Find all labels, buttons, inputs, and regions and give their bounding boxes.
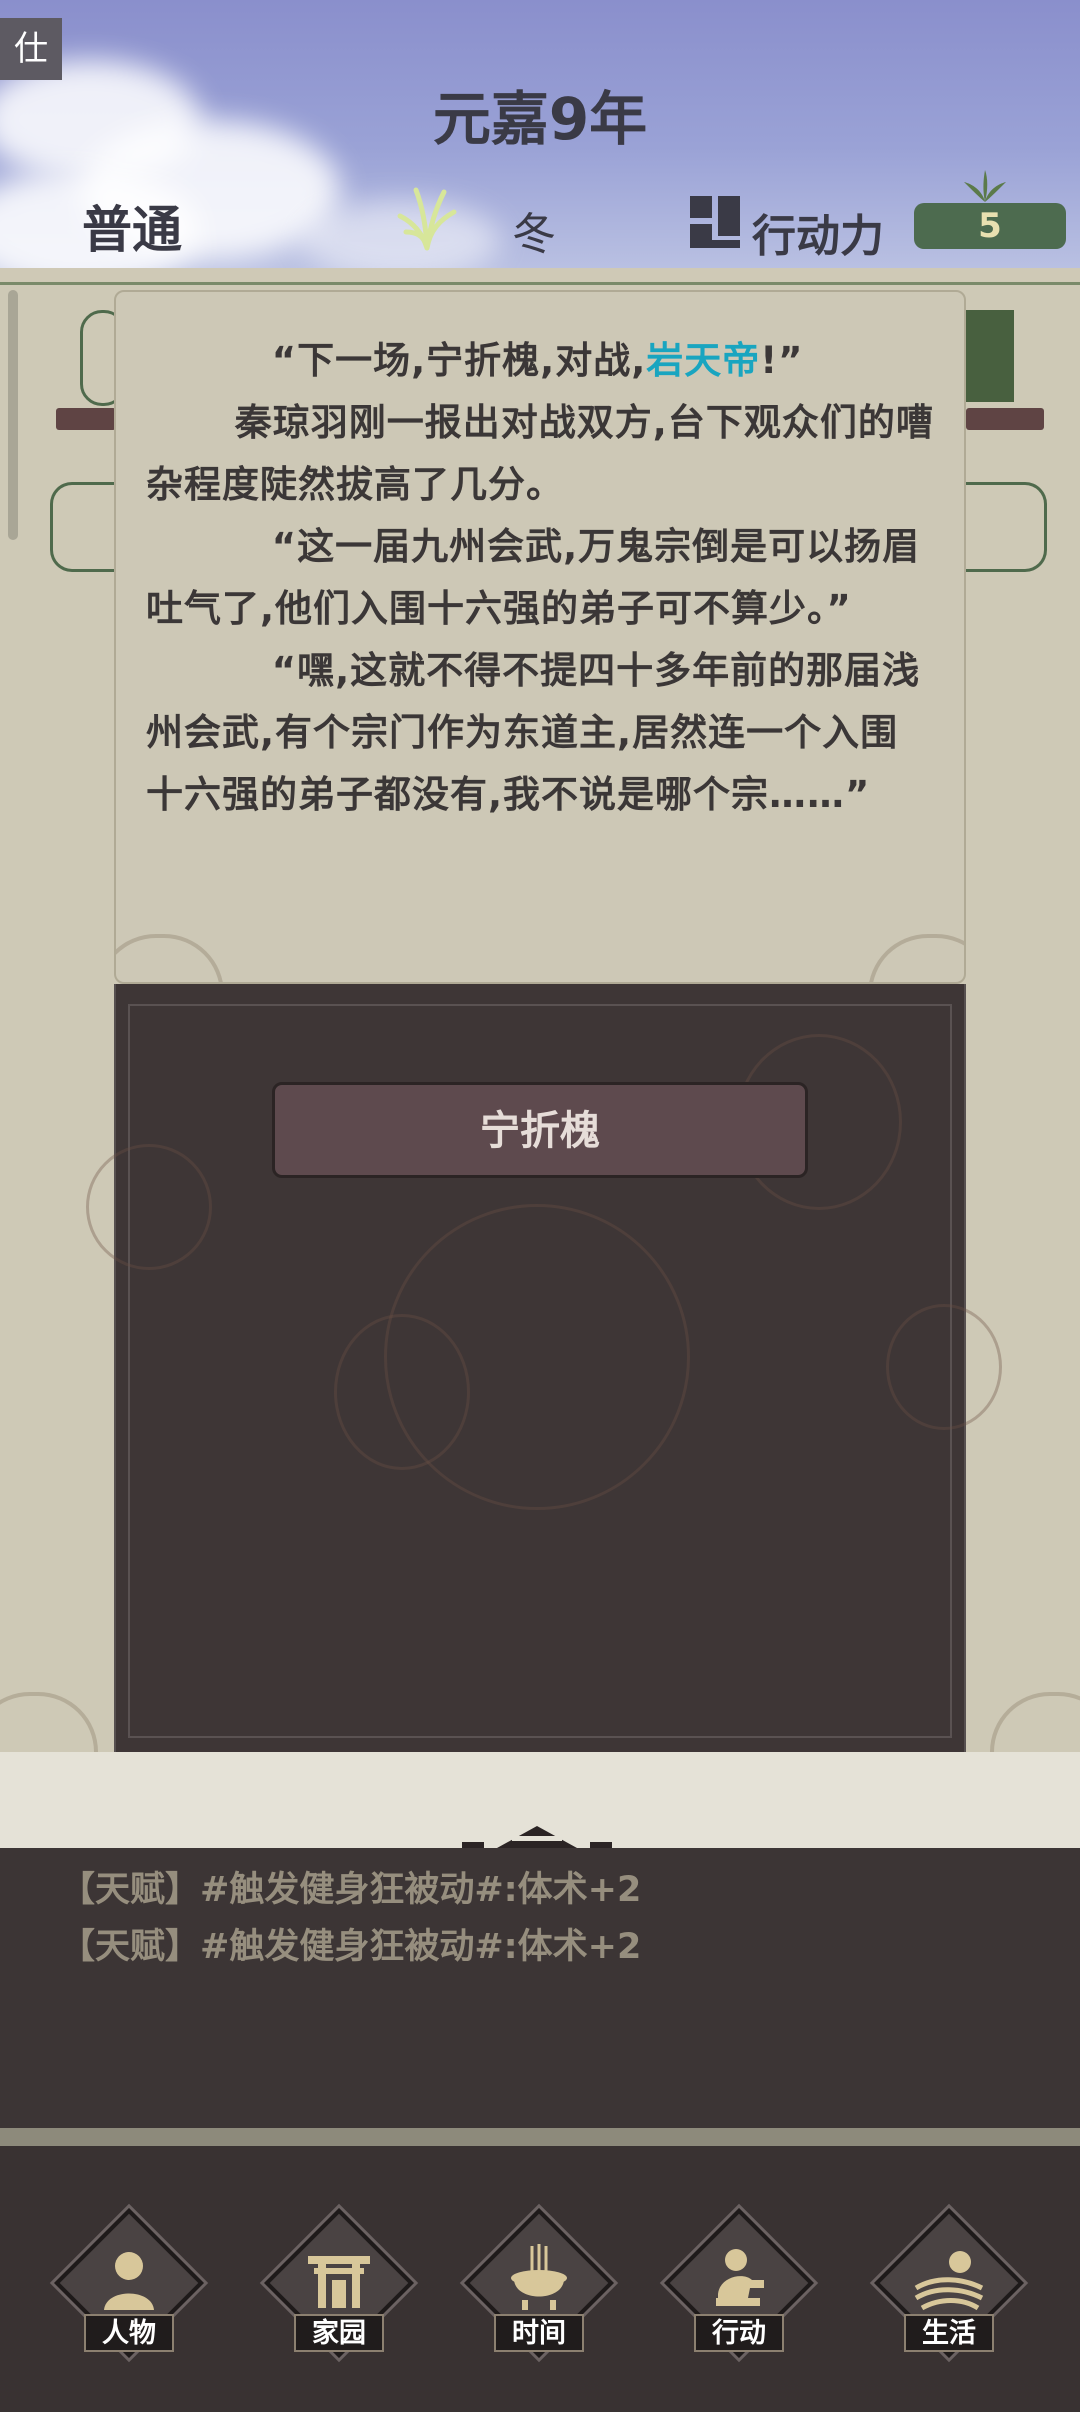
bg-box-right — [964, 482, 1047, 572]
action-points-icon — [690, 196, 740, 248]
gate-icon — [308, 2256, 370, 2308]
nav-label: 生活 — [904, 2314, 994, 2352]
nav-label: 时间 — [494, 2314, 584, 2352]
farm-sun-icon — [914, 2251, 984, 2311]
year-title: 元嘉9年 — [432, 85, 648, 153]
action-figure-icon — [716, 2249, 764, 2306]
story-paragraph: “这一届九州会武,万鬼宗倒是可以扬眉吐气了,他们入围十六强的弟子可不算少。” — [146, 525, 921, 630]
story-paragraph: 秦琼羽刚一报出对战双方,台下观众们的嘈杂程度陡然拔高了几分。 — [146, 401, 934, 506]
bg-green-block — [966, 310, 1014, 402]
leaf-icon — [964, 170, 1006, 202]
story-dialog: “下一场,宁折槐,对战,岩天帝!” 秦琼羽刚一报出对战双方,台下观众们的嘈杂程度… — [114, 290, 966, 984]
ring-decoration — [86, 1144, 212, 1270]
bg-bar-right — [966, 408, 1044, 430]
nav-item-action[interactable]: 行动 — [664, 2208, 814, 2382]
event-log: 【天赋】#触发健身狂被动#:体术+2 【天赋】#触发健身狂被动#:体术+2 — [0, 1848, 1080, 2128]
nav-item-home[interactable]: 家园 — [264, 2208, 414, 2382]
log-line: 【天赋】#触发健身狂被动#:体术+2 — [60, 1870, 642, 1910]
nav-label: 行动 — [694, 2314, 784, 2352]
season-label: 冬 — [512, 209, 556, 260]
story-paragraph: “下一场,宁折槐,对战,岩天帝!” — [271, 339, 804, 382]
log-line: 【天赋】#触发健身狂被动#:体术+2 — [60, 1927, 642, 1967]
ring-decoration — [334, 1314, 470, 1470]
ring-decoration — [886, 1304, 1002, 1430]
nav-item-character[interactable]: 人物 — [54, 2208, 204, 2382]
action-points-label: 行动力 — [752, 211, 884, 262]
left-frame — [8, 290, 18, 540]
nav-item-life[interactable]: 生活 — [874, 2208, 1024, 2382]
nav-item-time[interactable]: 时间 — [464, 2208, 614, 2382]
highlighted-name: 岩天帝 — [646, 339, 761, 382]
wave-decoration — [116, 934, 224, 982]
wave-decoration — [868, 934, 964, 982]
expand-handle-icon[interactable] — [462, 1812, 612, 1848]
person-icon — [104, 2252, 154, 2310]
nav-label: 家园 — [294, 2314, 384, 2352]
corner-tag[interactable]: 仕 — [0, 18, 62, 80]
nav-divider — [0, 2128, 1080, 2146]
action-points-value: 5 — [914, 203, 1066, 249]
top-header: 仕 元嘉9年 普通 冬 行动力 5 — [0, 0, 1080, 268]
incense-burner-icon — [511, 2244, 567, 2310]
bottom-nav: 人物 家园 时间 行动 生活 — [0, 2146, 1080, 2412]
story-paragraph: “嘿,这就不得不提四十多年前的那届浅州会武,有个宗门作为东道主,居然连一个入围十… — [146, 649, 921, 816]
nav-label: 人物 — [84, 2314, 174, 2352]
difficulty-label: 普通 — [82, 201, 182, 259]
bg-bar-left — [56, 408, 116, 430]
plant-icon — [397, 187, 457, 251]
choice-button[interactable]: 宁折槐 — [272, 1082, 808, 1178]
